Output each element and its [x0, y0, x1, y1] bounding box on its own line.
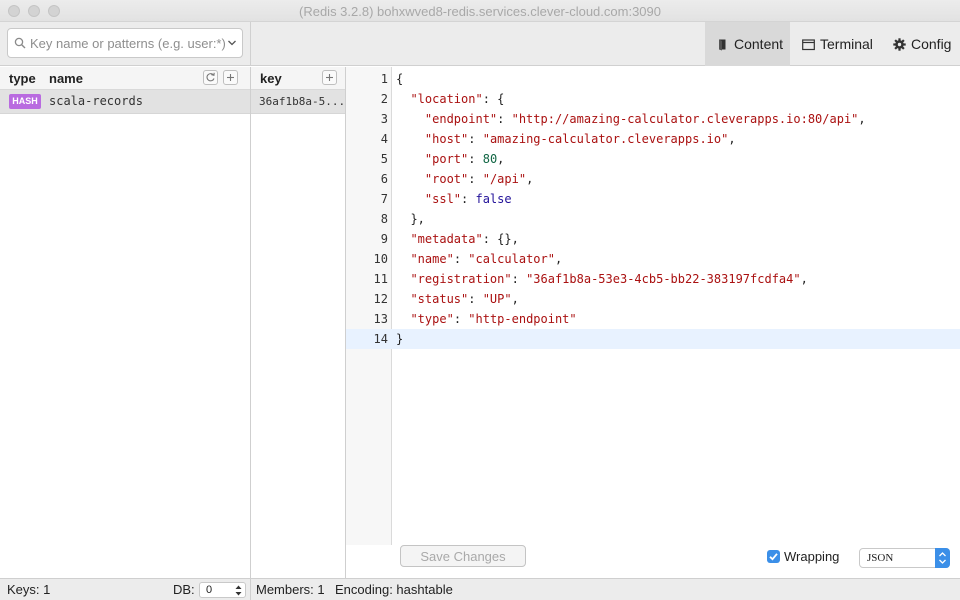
line-number: 1 — [380, 72, 388, 86]
line-number: 10 — [373, 252, 388, 266]
wrapping-label[interactable]: Wrapping — [784, 549, 839, 564]
key-name: scala-records — [49, 94, 143, 108]
code-text: } — [396, 332, 404, 346]
status-bar: Keys: 1 DB: 0 Members: 1 Encoding: hasht… — [0, 578, 960, 600]
app-window: (Redis 3.2.8) bohxwved8-redis.services.c… — [0, 0, 960, 600]
code-line[interactable]: 2 "location": { — [346, 89, 960, 109]
line-number: 2 — [380, 92, 388, 106]
db-stepper[interactable]: 0 — [199, 582, 246, 598]
terminal-icon — [802, 38, 815, 50]
members-header: key — [251, 67, 345, 90]
checkmark-icon — [769, 553, 778, 561]
code-text: "name": "calculator", — [410, 252, 563, 266]
line-number: 12 — [373, 292, 388, 306]
tab-terminal[interactable]: Terminal — [802, 22, 882, 66]
code-text: "host": "amazing-calculator.cleverapps.i… — [424, 132, 736, 146]
members-count: Members: 1 — [256, 582, 325, 597]
code-line[interactable]: 5 "port": 80, — [346, 149, 960, 169]
keys-header: type name — [0, 67, 250, 90]
code-text: "root": "/api", — [424, 172, 534, 186]
key-column-header: key — [260, 71, 282, 86]
stepper-arrows-icon — [235, 585, 242, 596]
line-number: 8 — [380, 212, 388, 226]
name-column-header: name — [49, 71, 83, 86]
code-line[interactable]: 12 "status": "UP", — [346, 289, 960, 309]
code-text: "location": { — [410, 92, 505, 106]
code-line[interactable]: 11 "registration": "36af1b8a-53e3-4cb5-b… — [346, 269, 960, 289]
member-key: 36af1b8a-5... — [259, 95, 346, 108]
add-key-button[interactable] — [223, 70, 238, 85]
code-line[interactable]: 7 "ssl": false — [346, 189, 960, 209]
keys-count: Keys: 1 — [7, 582, 51, 597]
type-badge: HASH — [9, 94, 41, 109]
line-number: 6 — [380, 172, 388, 186]
line-number: 9 — [380, 232, 388, 246]
refresh-icon — [206, 72, 215, 82]
code-line[interactable]: 3 "endpoint": "http://amazing-calculator… — [346, 109, 960, 129]
line-number: 5 — [380, 152, 388, 166]
tab-terminal-label: Terminal — [820, 36, 873, 52]
code-text: { — [396, 72, 404, 86]
wrapping-checkbox[interactable] — [767, 550, 780, 563]
code-text: "status": "UP", — [410, 292, 519, 306]
code-text: "type": "http-endpoint" — [410, 312, 577, 326]
format-value: JSON — [867, 552, 894, 564]
search-icon — [14, 37, 26, 49]
title-bar: (Redis 3.2.8) bohxwved8-redis.services.c… — [0, 0, 960, 22]
code-line[interactable]: 4 "host": "amazing-calculator.cleverapps… — [346, 129, 960, 149]
gear-icon — [893, 37, 906, 51]
code-line[interactable]: 9 "metadata": {}, — [346, 229, 960, 249]
toolbar-divider — [250, 22, 251, 66]
code-text: }, — [396, 212, 425, 226]
value-editor[interactable]: 1{2 "location": {3 "endpoint": "http://a… — [346, 67, 960, 545]
book-icon — [719, 39, 726, 50]
line-number: 4 — [380, 132, 388, 146]
save-changes-button[interactable]: Save Changes — [400, 545, 526, 567]
line-number: 11 — [373, 272, 388, 286]
db-value: 0 — [206, 584, 213, 596]
code-text: "ssl": false — [424, 192, 512, 206]
window-title: (Redis 3.2.8) bohxwved8-redis.services.c… — [299, 4, 661, 19]
line-number: 7 — [380, 192, 388, 206]
code-line[interactable]: 1{ — [346, 69, 960, 89]
editor-footer: Save Changes Wrapping JSON — [346, 545, 960, 578]
line-number: 13 — [373, 312, 388, 326]
search-input[interactable] — [30, 34, 226, 52]
code-line[interactable]: 13 "type": "http-endpoint" — [346, 309, 960, 329]
keys-panel: type name HASH scala-records — [0, 67, 251, 578]
line-number: 14 — [373, 332, 388, 346]
code-text: "endpoint": "http://amazing-calculator.c… — [424, 112, 866, 126]
refresh-keys-button[interactable] — [203, 70, 218, 85]
tab-config[interactable]: Config — [893, 22, 955, 66]
member-row[interactable]: 36af1b8a-5... — [251, 90, 345, 114]
code-line[interactable]: 10 "name": "calculator", — [346, 249, 960, 269]
toolbar: Content Terminal Config — [0, 22, 960, 66]
code-text: "port": 80, — [424, 152, 505, 166]
type-column-header: type — [9, 71, 36, 86]
tab-content-label: Content — [734, 36, 784, 52]
tab-content[interactable]: Content — [705, 22, 790, 66]
chevron-down-icon[interactable] — [227, 37, 237, 49]
format-select[interactable]: JSON — [859, 548, 950, 568]
code-text: "metadata": {}, — [410, 232, 519, 246]
code-line[interactable]: 6 "root": "/api", — [346, 169, 960, 189]
key-row[interactable]: HASH scala-records — [0, 90, 250, 114]
line-number: 3 — [380, 112, 388, 126]
tab-config-label: Config — [911, 36, 952, 52]
plus-icon — [227, 74, 234, 81]
members-panel: key 36af1b8a-5... — [251, 67, 346, 578]
plus-icon — [326, 74, 333, 81]
code-line[interactable]: 14} — [346, 329, 960, 349]
search-box[interactable] — [7, 28, 243, 58]
db-label: DB: — [173, 582, 195, 597]
status-divider — [250, 579, 251, 600]
encoding-info: Encoding: hashtable — [335, 582, 453, 597]
select-arrows-icon — [935, 548, 950, 568]
code-text: "registration": "36af1b8a-53e3-4cb5-bb22… — [410, 272, 808, 286]
code-line[interactable]: 8 }, — [346, 209, 960, 229]
add-member-button[interactable] — [322, 70, 337, 85]
